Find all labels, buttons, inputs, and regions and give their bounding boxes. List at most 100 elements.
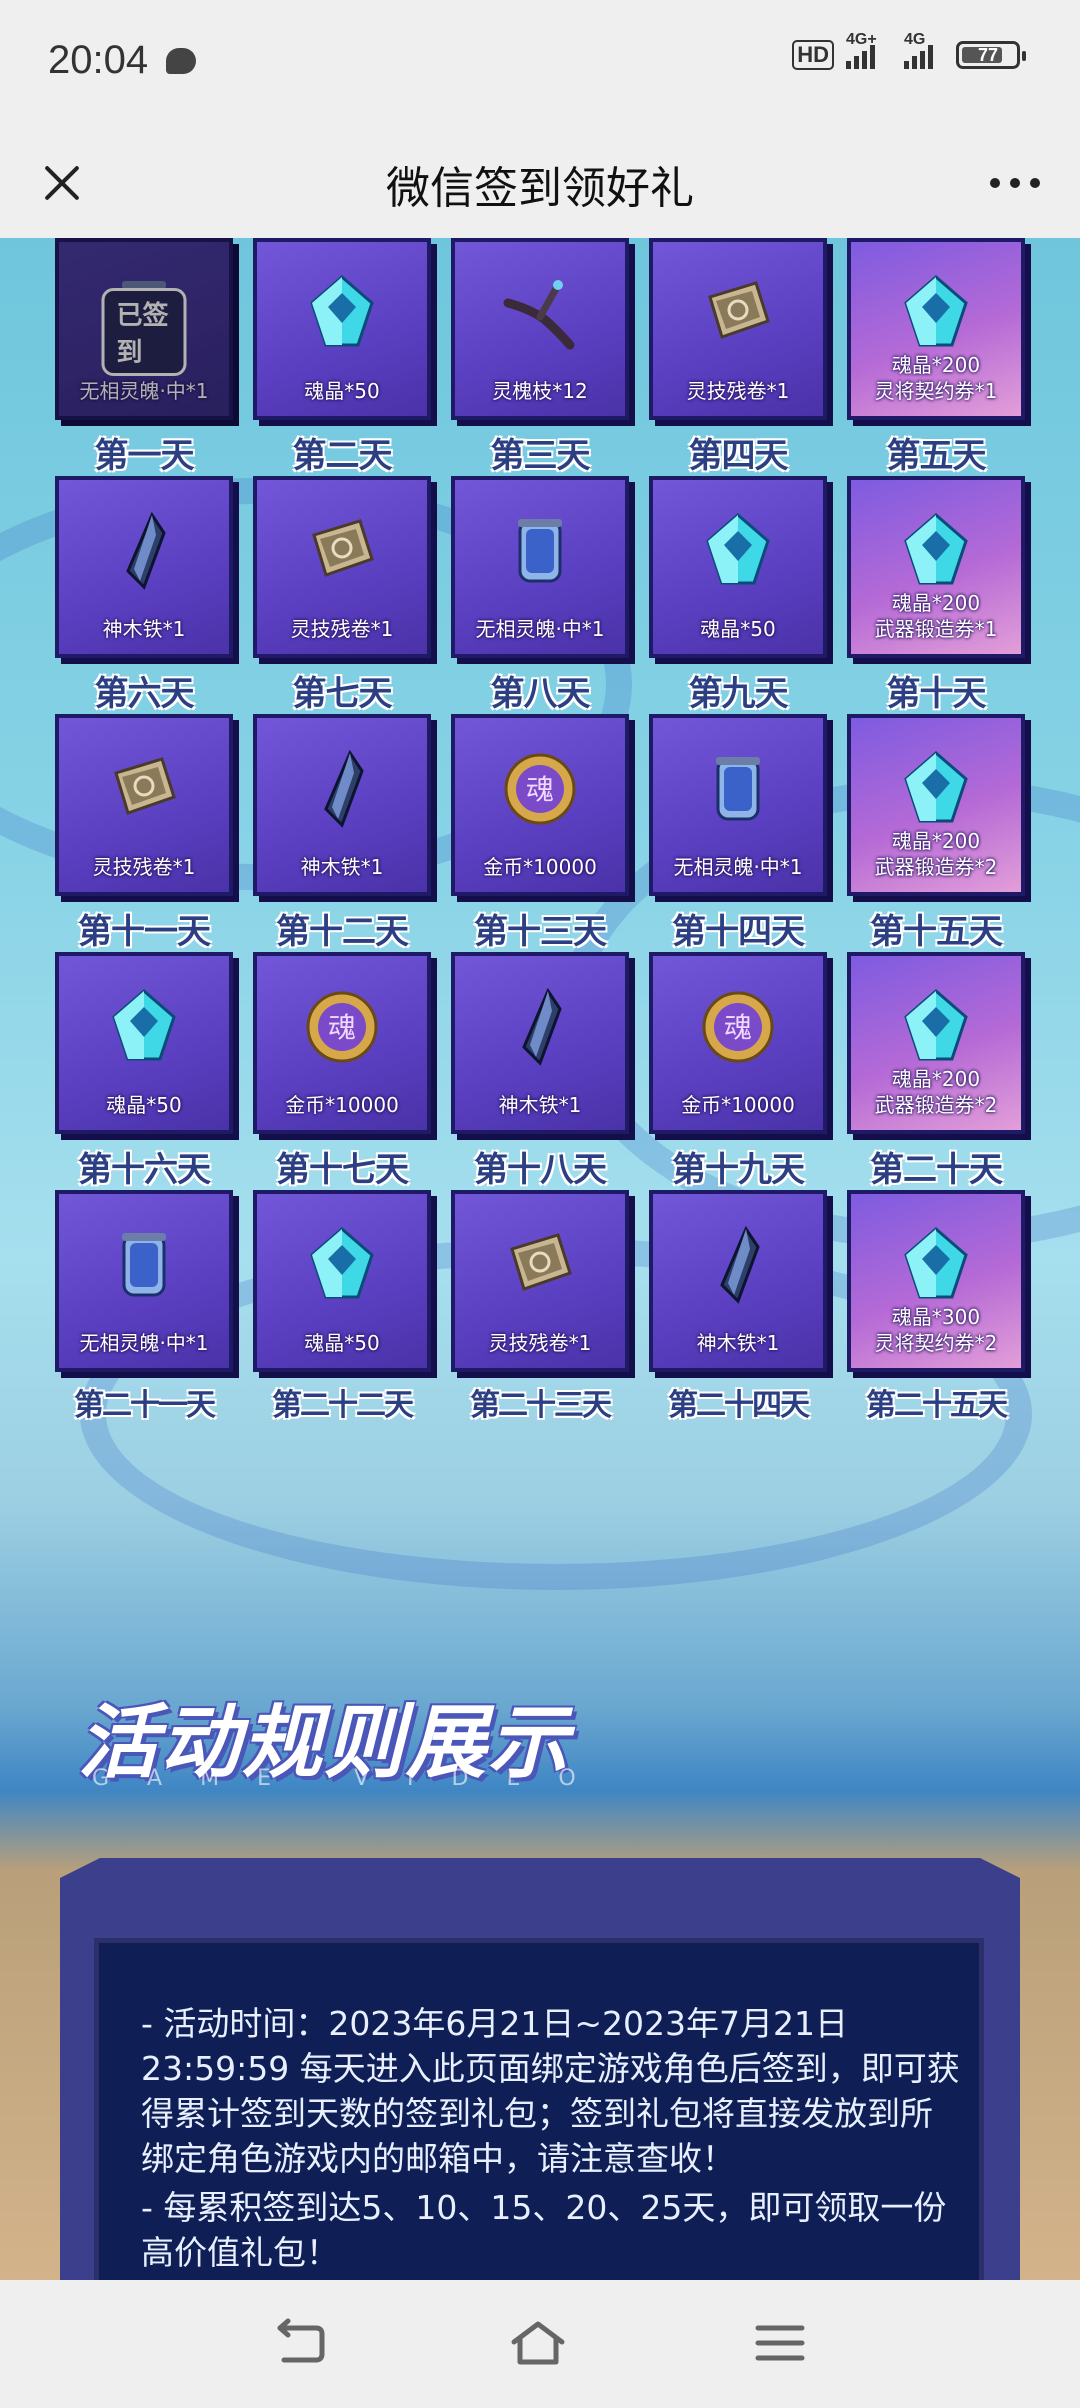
crystal-icon bbox=[302, 1225, 382, 1305]
reward-card[interactable]: 魂金币*10000 bbox=[649, 952, 827, 1134]
menu-icon[interactable] bbox=[750, 2318, 810, 2368]
reward-line: 神木铁*1 bbox=[102, 617, 186, 641]
day-label: 第四天 bbox=[688, 436, 789, 476]
reward-card[interactable]: 神木铁*1 bbox=[451, 952, 629, 1134]
reward-card[interactable]: 灵槐枝*12 bbox=[451, 238, 629, 420]
day-cell[interactable]: 灵技残卷*1 第七天 bbox=[243, 476, 441, 714]
reward-card[interactable]: 魂晶*200 武器锻造券*2 bbox=[847, 714, 1025, 896]
day-cell[interactable]: 魂金币*10000 第十九天 bbox=[639, 952, 837, 1190]
crystal-icon bbox=[896, 273, 976, 353]
reward-card[interactable]: 无相灵魄·中*1 bbox=[649, 714, 827, 896]
day-cell[interactable]: 魂金币*10000 第十七天 bbox=[243, 952, 441, 1190]
day-label: 第五天 bbox=[886, 436, 987, 476]
day-cell[interactable]: 魂晶*50 第九天 bbox=[639, 476, 837, 714]
vase-icon bbox=[104, 1225, 184, 1305]
day-cell[interactable]: 无相灵魄·中*1 已签到 第一天 bbox=[45, 238, 243, 476]
day-cell[interactable]: 魂金币*10000 第十三天 bbox=[441, 714, 639, 952]
reward-card[interactable]: 魂晶*50 bbox=[253, 238, 431, 420]
day-cell[interactable]: 魂晶*200 灵将契约券*1 第五天 bbox=[837, 238, 1035, 476]
reward-card[interactable]: 魂晶*200 武器锻造券*2 bbox=[847, 952, 1025, 1134]
reward-card[interactable]: 灵技残卷*1 bbox=[253, 476, 431, 658]
reward-label: 无相灵魄·中*1 bbox=[455, 616, 625, 642]
reward-label: 魂晶*200 武器锻造券*1 bbox=[851, 590, 1021, 642]
page-content[interactable]: 无相灵魄·中*1 已签到 第一天 魂晶*50 第二天 灵槐枝*12 第三天 灵技残卷*1 第四天… bbox=[0, 238, 1080, 2280]
day-label: 第二十三天 bbox=[470, 1388, 612, 1423]
reward-line: 魂晶*50 bbox=[304, 379, 380, 403]
reward-card[interactable]: 无相灵魄·中*1 bbox=[451, 476, 629, 658]
branch-icon bbox=[500, 273, 580, 353]
day-cell[interactable]: 神木铁*1 第十二天 bbox=[243, 714, 441, 952]
reward-card[interactable]: 无相灵魄·中*1 bbox=[55, 1190, 233, 1372]
reward-card[interactable]: 神木铁*1 bbox=[649, 1190, 827, 1372]
reward-card[interactable]: 魂晶*200 武器锻造券*1 bbox=[847, 476, 1025, 658]
reward-line: 灵技残卷*1 bbox=[92, 855, 196, 879]
day-cell[interactable]: 灵槐枝*12 第三天 bbox=[441, 238, 639, 476]
reward-label: 魂晶*300 灵将契约券*2 bbox=[851, 1304, 1021, 1356]
reward-card[interactable]: 灵技残卷*1 bbox=[55, 714, 233, 896]
coin-icon: 魂 bbox=[500, 749, 580, 829]
rules-inner: - 活动时间：2023年6月21日~2023年7月21日23:59:59 每天进… bbox=[94, 1938, 984, 2280]
day-label: 第二十五天 bbox=[866, 1388, 1008, 1423]
day-cell[interactable]: 无相灵魄·中*1 第二十一天 bbox=[45, 1190, 243, 1428]
reward-card[interactable]: 魂金币*10000 bbox=[451, 714, 629, 896]
reward-card[interactable]: 魂晶*300 灵将契约券*2 bbox=[847, 1190, 1025, 1372]
reward-line: 武器锻造券*2 bbox=[874, 855, 998, 879]
reward-line: 金币*10000 bbox=[681, 1093, 795, 1117]
system-icons: HD 4G+ 4G 77 bbox=[792, 31, 1026, 70]
reward-card[interactable]: 灵技残卷*1 bbox=[649, 238, 827, 420]
battery-text: 77 bbox=[977, 45, 999, 65]
scroll-icon bbox=[698, 273, 778, 353]
day-cell[interactable]: 魂晶*50 第二十二天 bbox=[243, 1190, 441, 1428]
reward-label: 魂晶*50 bbox=[257, 378, 427, 404]
crystal-icon bbox=[302, 273, 382, 353]
home-icon[interactable] bbox=[508, 2318, 568, 2368]
crystal-icon bbox=[698, 511, 778, 591]
back-icon[interactable] bbox=[270, 2318, 330, 2368]
crystal-icon bbox=[896, 1225, 976, 1305]
reward-card[interactable]: 魂晶*50 bbox=[253, 1190, 431, 1372]
reward-card[interactable]: 神木铁*1 bbox=[55, 476, 233, 658]
reward-line: 魂晶*200 bbox=[891, 1067, 981, 1091]
reward-line: 魂晶*200 bbox=[891, 591, 981, 615]
day-cell[interactable]: 灵技残卷*1 第四天 bbox=[639, 238, 837, 476]
calendar-row: 神木铁*1 第六天 灵技残卷*1 第七天 无相灵魄·中*1 第八天 魂晶*50 第九天 魂晶*2… bbox=[45, 476, 1035, 714]
reward-card[interactable]: 魂晶*50 bbox=[649, 476, 827, 658]
reward-line: 魂晶*300 bbox=[891, 1305, 981, 1329]
day-cell[interactable]: 魂晶*50 第十六天 bbox=[45, 952, 243, 1190]
day-cell[interactable]: 魂晶*50 第二天 bbox=[243, 238, 441, 476]
reward-line: 灵技残卷*1 bbox=[290, 617, 394, 641]
day-cell[interactable]: 神木铁*1 第二十四天 bbox=[639, 1190, 837, 1428]
reward-card[interactable]: 灵技残卷*1 bbox=[451, 1190, 629, 1372]
reward-card[interactable]: 魂晶*200 灵将契约券*1 bbox=[847, 238, 1025, 420]
reward-line: 无相灵魄·中*1 bbox=[79, 379, 209, 403]
reward-line: 武器锻造券*2 bbox=[874, 1093, 998, 1117]
reward-card[interactable]: 魂晶*50 bbox=[55, 952, 233, 1134]
day-label: 第八天 bbox=[490, 674, 591, 714]
iron-icon bbox=[500, 987, 580, 1067]
day-cell[interactable]: 神木铁*1 第十八天 bbox=[441, 952, 639, 1190]
rules-subtitle: GAME VIDEO bbox=[92, 1766, 614, 1791]
reward-line: 神木铁*1 bbox=[498, 1093, 582, 1117]
day-cell[interactable]: 神木铁*1 第六天 bbox=[45, 476, 243, 714]
more-icon[interactable] bbox=[980, 158, 1050, 208]
reward-card[interactable]: 无相灵魄·中*1 已签到 bbox=[55, 238, 233, 420]
reward-line: 无相灵魄·中*1 bbox=[475, 617, 605, 641]
day-cell[interactable]: 魂晶*200 武器锻造券*1 第十天 bbox=[837, 476, 1035, 714]
reward-card[interactable]: 魂金币*10000 bbox=[253, 952, 431, 1134]
scroll-icon bbox=[104, 749, 184, 829]
network-label-2: 4G bbox=[904, 31, 926, 48]
calendar-row: 魂晶*50 第十六天魂金币*10000 第十七天 神木铁*1 第十八天魂金币*10000… bbox=[45, 952, 1035, 1190]
rules-paragraph: - 活动时间：2023年6月21日~2023年7月21日23:59:59 每天进… bbox=[141, 2004, 960, 2178]
reward-label: 神木铁*1 bbox=[455, 1092, 625, 1118]
page-title: 微信签到领好礼 bbox=[386, 163, 694, 214]
day-cell[interactable]: 魂晶*300 灵将契约券*2 第二十五天 bbox=[837, 1190, 1035, 1428]
day-cell[interactable]: 无相灵魄·中*1 第八天 bbox=[441, 476, 639, 714]
day-cell[interactable]: 无相灵魄·中*1 第十四天 bbox=[639, 714, 837, 952]
day-cell[interactable]: 灵技残卷*1 第二十三天 bbox=[441, 1190, 639, 1428]
reward-card[interactable]: 神木铁*1 bbox=[253, 714, 431, 896]
day-cell[interactable]: 灵技残卷*1 第十一天 bbox=[45, 714, 243, 952]
day-cell[interactable]: 魂晶*200 武器锻造券*2 第二十天 bbox=[837, 952, 1035, 1190]
day-cell[interactable]: 魂晶*200 武器锻造券*2 第十五天 bbox=[837, 714, 1035, 952]
reward-line: 灵槐枝*12 bbox=[492, 379, 588, 403]
vase-icon bbox=[500, 511, 580, 591]
